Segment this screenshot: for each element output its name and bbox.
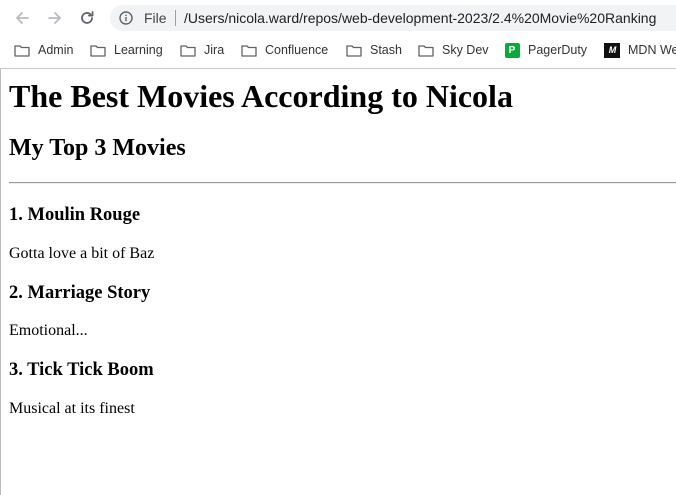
- page-subtitle: My Top 3 Movies: [9, 135, 186, 161]
- folder-icon: [14, 43, 30, 57]
- bookmark-label: Jira: [204, 43, 225, 57]
- movie-comment: Gotta love a bit of Baz: [9, 245, 155, 262]
- movie-comment: Emotional...: [9, 322, 88, 339]
- pagerduty-icon: P: [504, 42, 520, 58]
- browser-chrome: File /Users/nicola.ward/repos/web-develo…: [0, 0, 676, 69]
- browser-toolbar: File /Users/nicola.ward/repos/web-develo…: [0, 0, 676, 36]
- page-content: The Best Movies According to Nicola My T…: [0, 69, 676, 495]
- bookmarks-bar: Admin Learning Jira Confluence Stash Sky…: [0, 38, 676, 62]
- movie-comment: Musical at its finest: [9, 400, 135, 417]
- url-text[interactable]: /Users/nicola.ward/repos/web-development…: [184, 10, 656, 26]
- reload-button[interactable]: [77, 8, 97, 28]
- movie-heading: 3. Tick Tick Boom: [9, 360, 154, 380]
- arrow-left-icon: [16, 12, 29, 24]
- folder-icon: [90, 43, 106, 57]
- reload-icon: [81, 11, 94, 24]
- bookmark-stash[interactable]: Stash: [346, 40, 402, 60]
- address-bar[interactable]: File /Users/nicola.ward/repos/web-develo…: [110, 5, 676, 31]
- arrow-right-icon: [48, 12, 61, 24]
- bookmark-label: Confluence: [265, 43, 329, 57]
- bookmark-confluence[interactable]: Confluence: [241, 40, 328, 60]
- movie-heading: 2. Marriage Story: [9, 283, 151, 303]
- movie-heading: 1. Moulin Rouge: [9, 205, 141, 225]
- url-divider: [175, 10, 176, 26]
- bookmark-label: Admin: [38, 43, 74, 57]
- back-button[interactable]: [12, 8, 32, 28]
- bookmark-sky-dev[interactable]: Sky Dev: [418, 40, 489, 60]
- bookmark-label: MDN Web Docs: [628, 43, 676, 57]
- folder-icon: [346, 43, 362, 57]
- horizontal-rule: [9, 182, 676, 184]
- bookmark-label: Stash: [370, 43, 402, 57]
- info-icon[interactable]: [119, 11, 133, 25]
- bookmark-label: Learning: [114, 43, 163, 57]
- folder-icon: [180, 43, 196, 57]
- mdn-icon: M: [604, 42, 620, 58]
- folder-icon: [418, 43, 434, 57]
- page-title: The Best Movies According to Nicola: [9, 78, 513, 114]
- bookmark-pagerduty[interactable]: P PagerDuty: [504, 40, 587, 60]
- bookmark-learning[interactable]: Learning: [90, 40, 163, 60]
- bookmark-admin[interactable]: Admin: [14, 40, 73, 60]
- forward-button[interactable]: [45, 8, 65, 28]
- bookmark-label: Sky Dev: [442, 43, 489, 57]
- url-scheme-label: File: [144, 10, 167, 26]
- folder-icon: [241, 43, 257, 57]
- bookmark-label: PagerDuty: [528, 43, 588, 57]
- bookmark-mdn[interactable]: M MDN Web Docs: [604, 40, 676, 60]
- bookmark-jira[interactable]: Jira: [180, 40, 224, 60]
